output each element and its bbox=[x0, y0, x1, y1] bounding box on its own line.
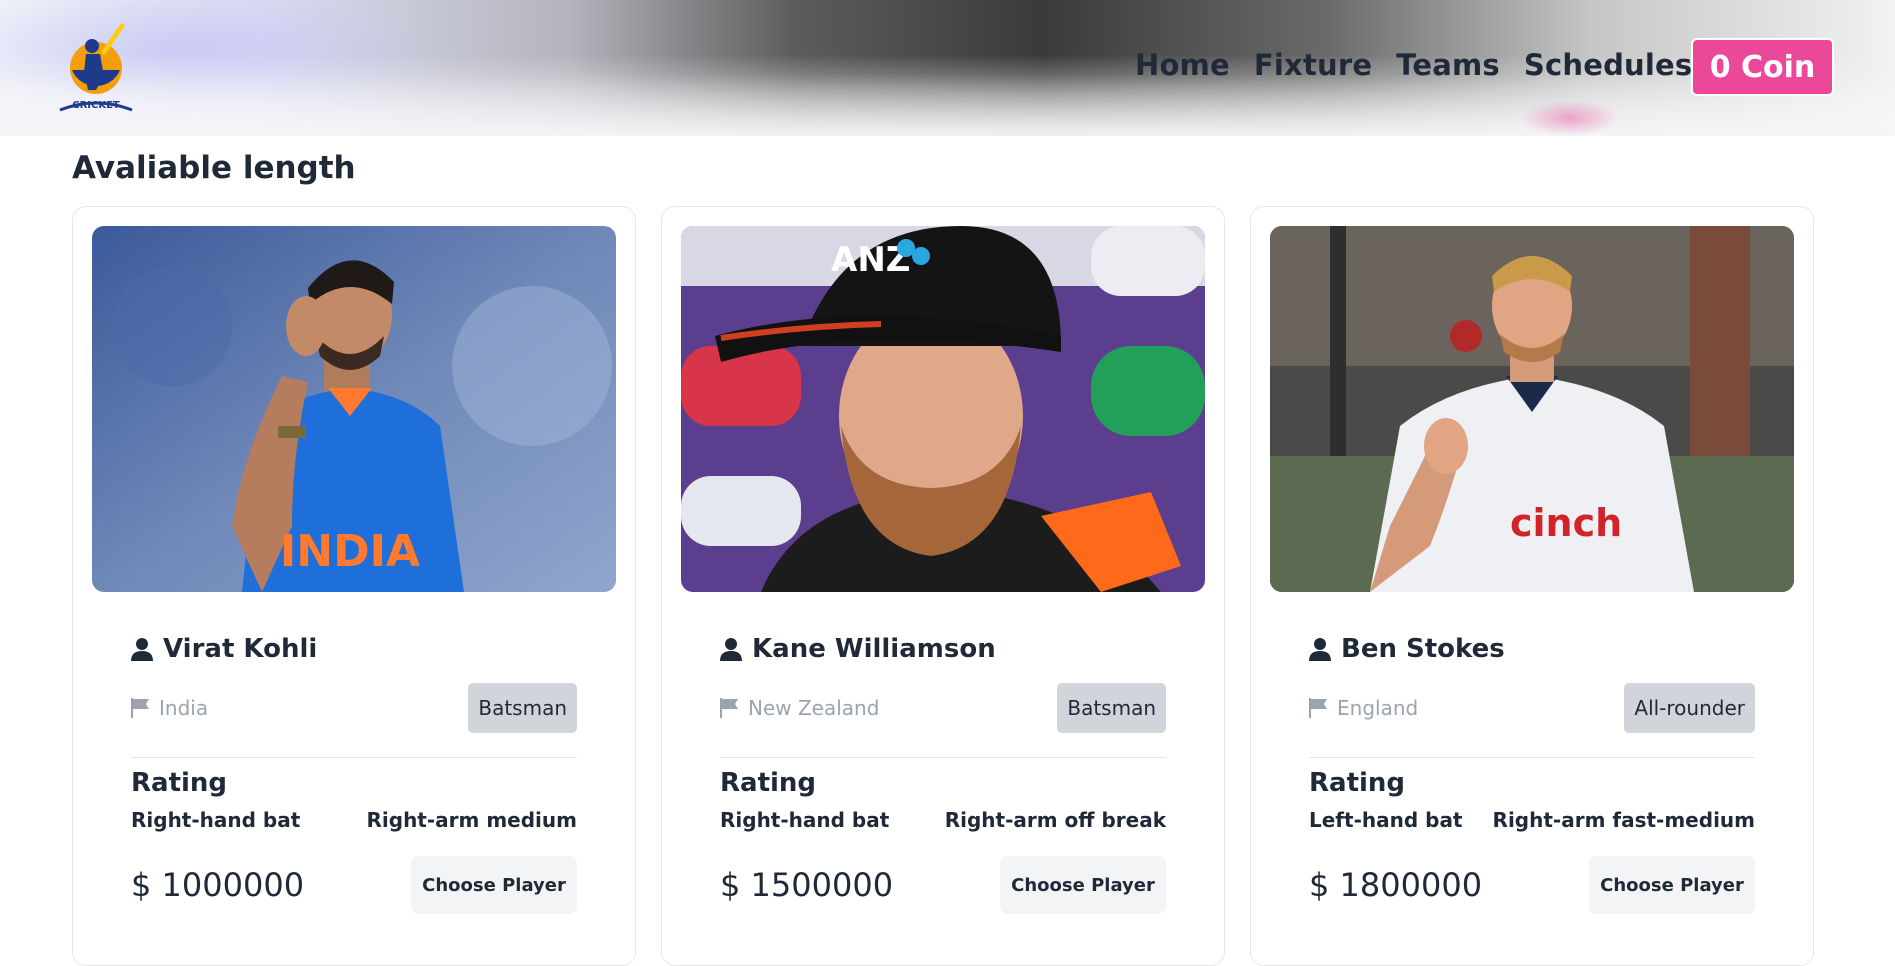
player-price: $ 1500000 bbox=[720, 866, 894, 904]
country-wrap: England bbox=[1309, 696, 1418, 720]
nav-fixture-link[interactable]: Fixture bbox=[1254, 48, 1372, 82]
role-badge: Batsman bbox=[468, 683, 577, 733]
nav-teams-link[interactable]: Teams bbox=[1396, 48, 1500, 82]
player-meta-row: India Batsman bbox=[131, 683, 577, 733]
svg-text:CRICKET: CRICKET bbox=[72, 100, 120, 111]
player-photo: cinch bbox=[1270, 226, 1794, 592]
bowling-style: Right-arm medium bbox=[366, 808, 578, 832]
play-style-row: Right-hand bat Right-arm off break bbox=[720, 808, 1166, 832]
batting-style: Right-hand bat bbox=[720, 808, 890, 832]
player-card-grid: INDIA Virat Kohli India Batsman Rating R… bbox=[72, 206, 1814, 966]
player-country: India bbox=[159, 696, 209, 720]
batting-style: Left-hand bat bbox=[1309, 808, 1463, 832]
divider bbox=[131, 757, 577, 758]
player-meta-row: England All-rounder bbox=[1309, 683, 1755, 733]
role-badge: Batsman bbox=[1057, 683, 1166, 733]
divider bbox=[720, 757, 1166, 758]
player-info: Kane Williamson New Zealand Batsman Rati… bbox=[720, 631, 1166, 914]
play-style-row: Left-hand bat Right-arm fast-medium bbox=[1309, 808, 1755, 832]
player-card: cinch Ben Stokes England All-rounder Rat… bbox=[1250, 206, 1814, 966]
player-photo: INDIA bbox=[92, 226, 616, 592]
flag-icon bbox=[720, 698, 738, 718]
nav-home-link[interactable]: Home bbox=[1135, 48, 1230, 82]
price-row: $ 1800000 Choose Player bbox=[1309, 856, 1755, 914]
choose-player-button[interactable]: Choose Player bbox=[411, 856, 577, 914]
person-icon bbox=[720, 637, 742, 661]
player-name-row: Virat Kohli bbox=[131, 631, 577, 667]
player-name: Virat Kohli bbox=[163, 634, 318, 664]
player-country: England bbox=[1337, 696, 1419, 720]
price-row: $ 1500000 Choose Player bbox=[720, 856, 1166, 914]
player-card: INDIA Virat Kohli India Batsman Rating R… bbox=[72, 206, 636, 966]
coin-balance-button[interactable]: 0 Coin bbox=[1691, 38, 1834, 96]
main-nav: Home Fixture Teams Schedules bbox=[1135, 48, 1692, 82]
player-name: Ben Stokes bbox=[1341, 634, 1505, 664]
bowling-style: Right-arm off break bbox=[944, 808, 1166, 832]
player-info: Ben Stokes England All-rounder Rating Le… bbox=[1309, 631, 1755, 914]
coin-glow bbox=[1520, 100, 1620, 136]
divider bbox=[1309, 757, 1755, 758]
batting-style: Right-hand bat bbox=[131, 808, 301, 832]
country-wrap: New Zealand bbox=[720, 696, 879, 720]
choose-player-button[interactable]: Choose Player bbox=[1589, 856, 1755, 914]
section-title: Avaliable length bbox=[72, 150, 356, 186]
player-photo: ANZ bbox=[681, 226, 1205, 592]
player-name-row: Ben Stokes bbox=[1309, 631, 1755, 667]
nav-schedules-link[interactable]: Schedules bbox=[1524, 48, 1692, 82]
play-style-row: Right-hand bat Right-arm medium bbox=[131, 808, 577, 832]
flag-icon bbox=[1309, 698, 1327, 718]
cricket-logo[interactable]: CRICKET bbox=[48, 20, 144, 116]
player-info: Virat Kohli India Batsman Rating Right-h… bbox=[131, 631, 577, 914]
svg-text:cinch: cinch bbox=[1510, 501, 1622, 545]
player-country: New Zealand bbox=[748, 696, 880, 720]
rating-label: Rating bbox=[1309, 768, 1406, 798]
role-badge: All-rounder bbox=[1624, 683, 1755, 733]
person-icon bbox=[131, 637, 153, 661]
player-price: $ 1800000 bbox=[1309, 866, 1483, 904]
player-name-row: Kane Williamson bbox=[720, 631, 1166, 667]
player-price: $ 1000000 bbox=[131, 866, 305, 904]
country-wrap: India bbox=[131, 696, 208, 720]
price-row: $ 1000000 Choose Player bbox=[131, 856, 577, 914]
svg-text:INDIA: INDIA bbox=[280, 526, 420, 577]
bowling-style: Right-arm fast-medium bbox=[1492, 808, 1755, 832]
player-card: ANZ Kane Williamson New Zealand Batsman … bbox=[661, 206, 1225, 966]
player-meta-row: New Zealand Batsman bbox=[720, 683, 1166, 733]
flag-icon bbox=[131, 698, 149, 718]
choose-player-button[interactable]: Choose Player bbox=[1000, 856, 1166, 914]
rating-label: Rating bbox=[131, 768, 228, 798]
rating-label: Rating bbox=[720, 768, 817, 798]
person-icon bbox=[1309, 637, 1331, 661]
player-name: Kane Williamson bbox=[752, 634, 996, 664]
